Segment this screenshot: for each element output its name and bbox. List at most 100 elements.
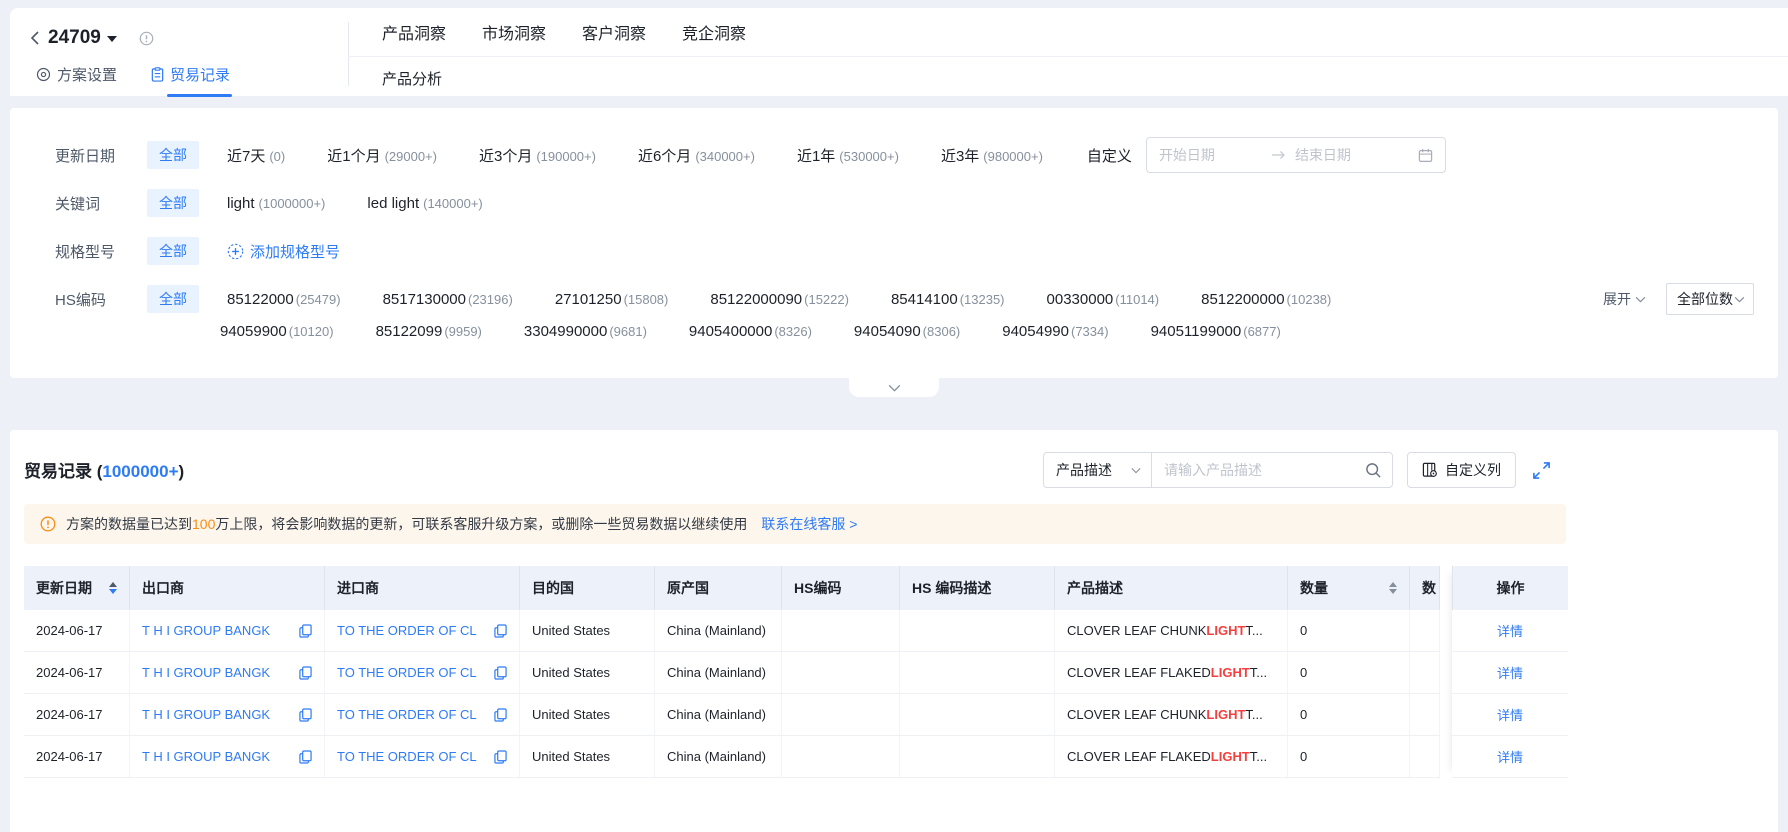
copy-icon[interactable] bbox=[299, 707, 312, 722]
end-date-input[interactable] bbox=[1294, 147, 1399, 163]
sort-asc-icon[interactable] bbox=[109, 582, 117, 587]
subnav-product-analysis[interactable]: 产品分析 bbox=[382, 71, 442, 88]
cell-product-desc: CLOVER LEAF FLAKED LIGHT T... bbox=[1055, 652, 1288, 693]
product-text: T... bbox=[1245, 623, 1263, 638]
hs-code-option[interactable]: 8512200000 (10238) bbox=[1201, 291, 1331, 308]
plan-id[interactable]: 24709 bbox=[48, 27, 101, 49]
fullscreen-button[interactable] bbox=[1530, 459, 1552, 481]
tab-plan-settings[interactable]: 方案设置 bbox=[36, 64, 117, 85]
copy-icon[interactable] bbox=[494, 623, 507, 638]
sort-control[interactable] bbox=[109, 582, 117, 594]
date-option[interactable]: 近6个月 (340000+) bbox=[638, 145, 755, 166]
cell-exporter: T H I GROUP BANGK bbox=[130, 694, 325, 735]
date-option[interactable]: 近7天 (0) bbox=[227, 145, 285, 166]
add-spec-button[interactable]: 添加规格型号 bbox=[227, 241, 340, 262]
option-count: (1000000+) bbox=[258, 195, 326, 211]
hs-code-option[interactable]: 9405400000 (8326) bbox=[689, 323, 812, 340]
date-option[interactable]: 近3个月 (190000+) bbox=[479, 145, 596, 166]
detail-link[interactable]: 详情 bbox=[1452, 694, 1568, 736]
hs-code-option[interactable]: 3304990000 (9681) bbox=[524, 323, 647, 340]
hs-code-option[interactable]: 94051199000 (6877) bbox=[1151, 323, 1281, 340]
hs-code-option[interactable]: 85122000090 (15222) bbox=[710, 291, 849, 308]
hs-count: (8306) bbox=[922, 323, 961, 339]
hs-code-option[interactable]: 85122099 (9959) bbox=[376, 323, 482, 340]
date-option[interactable]: 近1个月 (29000+) bbox=[327, 145, 437, 166]
custom-columns-button[interactable]: 自定义列 bbox=[1407, 452, 1516, 488]
exporter-link[interactable]: T H I GROUP BANGK bbox=[142, 623, 270, 638]
hs-code: 85122099 bbox=[375, 322, 443, 340]
expand-toggle[interactable]: 展开 bbox=[1603, 289, 1646, 309]
all-chip[interactable]: 全部 bbox=[147, 141, 199, 169]
copy-icon[interactable] bbox=[299, 623, 312, 638]
detail-link[interactable]: 详情 bbox=[1452, 652, 1568, 694]
info-icon[interactable] bbox=[139, 31, 154, 46]
importer-link[interactable]: TO THE ORDER OF CL bbox=[337, 623, 477, 638]
copy-icon[interactable] bbox=[494, 665, 507, 680]
contact-support-link[interactable]: 联系在线客服 > bbox=[761, 514, 857, 534]
exporter-link[interactable]: T H I GROUP BANGK bbox=[142, 707, 270, 722]
hs-code: 8517130000 bbox=[382, 290, 466, 308]
cell-importer: TO THE ORDER OF CL bbox=[325, 610, 520, 651]
all-chip[interactable]: 全部 bbox=[147, 237, 199, 265]
date-option[interactable]: 近1年 (530000+) bbox=[797, 145, 899, 166]
tab-plan-settings-label: 方案设置 bbox=[57, 67, 118, 84]
search-icon[interactable] bbox=[1365, 462, 1382, 479]
nav-product-insight[interactable]: 产品洞察 bbox=[382, 20, 446, 44]
tab-trade-records[interactable]: 贸易记录 bbox=[151, 64, 233, 97]
sort-asc-icon[interactable] bbox=[1389, 582, 1397, 587]
hs-code-option[interactable]: 94054090 (8306) bbox=[854, 323, 960, 340]
detail-link[interactable]: 详情 bbox=[1452, 610, 1568, 652]
collapse-filters-tab[interactable] bbox=[849, 378, 939, 397]
hs-code-option[interactable]: 85122000 (25479) bbox=[227, 291, 341, 308]
table-row: 2024-06-17 T H I GROUP BANGK TO THE ORDE… bbox=[24, 652, 1440, 694]
all-chip[interactable]: 全部 bbox=[147, 285, 199, 313]
all-chip[interactable]: 全部 bbox=[147, 189, 199, 217]
sort-desc-icon[interactable] bbox=[109, 589, 117, 594]
nav-customer-insight[interactable]: 客户洞察 bbox=[582, 20, 646, 44]
copy-icon[interactable] bbox=[299, 665, 312, 680]
sort-control[interactable] bbox=[1389, 582, 1397, 594]
hs-count: (9959) bbox=[444, 323, 482, 339]
col-header-quantity[interactable]: 数量 bbox=[1288, 566, 1410, 610]
keyword-option[interactable]: light (1000000+) bbox=[227, 195, 325, 212]
trade-records-panel: 贸易记录 (1000000+) 产品描述 自定义列 bbox=[10, 430, 1778, 832]
start-date-input[interactable] bbox=[1158, 147, 1263, 163]
importer-link[interactable]: TO THE ORDER OF CL bbox=[337, 665, 477, 680]
hs-digits-select[interactable]: 全部位数 bbox=[1666, 283, 1754, 315]
col-label: HS编码 bbox=[794, 580, 842, 596]
search-input[interactable] bbox=[1164, 462, 1365, 478]
back-button[interactable] bbox=[24, 26, 44, 50]
hs-code-option[interactable]: 94054990 (7334) bbox=[1002, 323, 1108, 340]
nav-market-insight[interactable]: 市场洞察 bbox=[482, 20, 546, 44]
date-range-picker[interactable] bbox=[1145, 137, 1446, 173]
cell-update-date: 2024-06-17 bbox=[24, 736, 130, 777]
filter-label: 关键词 bbox=[55, 195, 101, 213]
copy-icon[interactable] bbox=[299, 749, 312, 764]
importer-link[interactable]: TO THE ORDER OF CL bbox=[337, 707, 477, 722]
date-option[interactable]: 近3年 (980000+) bbox=[941, 145, 1043, 166]
hs-code-option[interactable]: 00330000 (11014) bbox=[1047, 291, 1160, 308]
hs-code-option[interactable]: 85414100 (13235) bbox=[891, 291, 1005, 308]
copy-icon[interactable] bbox=[494, 707, 507, 722]
arrow-right-icon bbox=[1271, 151, 1285, 159]
col-label: 原产国 bbox=[667, 580, 709, 596]
exporter-link[interactable]: T H I GROUP BANGK bbox=[142, 665, 270, 680]
nav-competitor-insight[interactable]: 竞企洞察 bbox=[682, 20, 746, 44]
hs-code-option[interactable]: 94059900 (10120) bbox=[220, 323, 334, 340]
custom-date-label[interactable]: 自定义 bbox=[1087, 145, 1132, 166]
detail-link[interactable]: 详情 bbox=[1452, 736, 1568, 778]
sort-desc-icon[interactable] bbox=[1389, 589, 1397, 594]
caret-down-icon[interactable] bbox=[106, 36, 117, 42]
hs-code-option[interactable]: 8517130000 (23196) bbox=[383, 291, 513, 308]
cell-hs-code bbox=[782, 610, 900, 651]
cell-hs-desc bbox=[900, 736, 1055, 777]
col-header-update-date[interactable]: 更新日期 bbox=[24, 566, 130, 610]
hs-count: (23196) bbox=[468, 291, 513, 307]
cell-hs-code bbox=[782, 736, 900, 777]
keyword-option[interactable]: led light (140000+) bbox=[367, 195, 482, 212]
hs-code-option[interactable]: 27101250 (15808) bbox=[555, 291, 669, 308]
warning-number: 100 bbox=[192, 516, 216, 532]
copy-icon[interactable] bbox=[494, 749, 507, 764]
cell-clipped bbox=[1410, 736, 1440, 777]
search-field-select[interactable]: 产品描述 bbox=[1044, 453, 1152, 487]
